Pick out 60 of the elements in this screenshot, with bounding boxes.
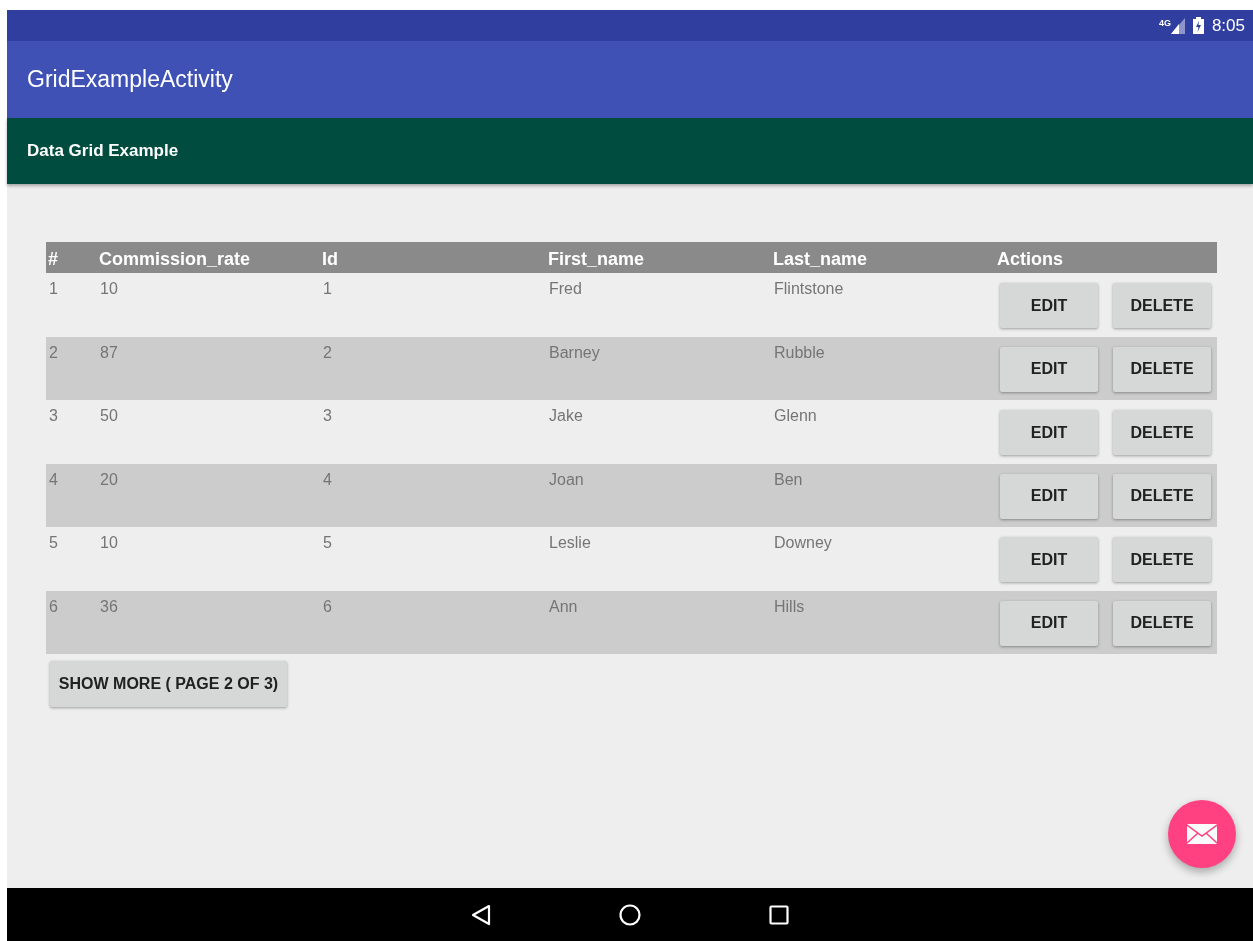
table-cell-text: 36 [99,596,119,617]
edit-button[interactable]: EDIT [1000,600,1098,646]
edit-button[interactable]: EDIT [1000,410,1098,455]
delete-button[interactable]: DELETE [1113,346,1211,392]
clock-time: 8:05 [1211,15,1245,36]
table-cell-text: 3 [322,406,333,426]
table-cell-text: Ann [548,596,579,617]
back-icon[interactable] [471,903,491,926]
delete-button[interactable]: DELETE [1113,600,1211,646]
table-cell-text: Hills [773,596,806,617]
table-cell-text: 5 [322,533,333,553]
table-cell-text: Leslie [548,533,592,553]
table-cell-text: Glenn [773,406,818,426]
table-cell-text: 2 [322,342,333,363]
table-cell-text: Flintstone [773,279,845,299]
signal-icon [1170,17,1185,34]
recents-icon[interactable] [769,904,789,925]
table-cell-text: 2 [48,342,59,363]
table-cell-text: Barney [548,342,601,363]
delete-button[interactable]: DELETE [1113,283,1211,328]
column-header: Id [321,249,339,271]
table-cell-text: Downey [773,533,833,553]
column-header: # [47,249,59,271]
table-cell-text: 6 [48,596,59,617]
table-cell-text: 3 [48,406,59,426]
battery-icon [1192,17,1204,34]
table-cell-text: 6 [322,596,333,617]
delete-button[interactable]: DELETE [1113,473,1211,519]
network-type-label: 4G [1158,17,1171,28]
table-cell-text: 10 [99,533,119,553]
table-cell-text: 10 [99,279,119,299]
table-cell-text: 4 [48,469,59,490]
table-cell-text: 5 [48,533,59,553]
section-title: Data Grid Example [27,141,179,161]
table-cell-text: Rubble [773,342,826,363]
table-cell-text: 20 [99,469,119,490]
delete-button[interactable]: DELETE [1113,410,1211,455]
table-cell-text: Fred [548,279,583,299]
column-header: Actions [996,249,1064,271]
table-cell-text: Jake [548,406,584,426]
show-more-button[interactable]: SHOW MORE ( PAGE 2 OF 3) [50,661,287,707]
edit-button[interactable]: EDIT [1000,346,1098,392]
delete-button[interactable]: DELETE [1113,537,1211,582]
table-cell-text: 50 [99,406,119,426]
table-cell-text: 1 [48,279,59,299]
table-cell-text: Ben [773,469,804,490]
mail-icon [1187,824,1217,844]
edit-button[interactable]: EDIT [1000,537,1098,582]
table-cell-text: 87 [99,342,119,363]
edit-button[interactable]: EDIT [1000,473,1098,519]
column-header: Last_name [772,249,869,271]
table-cell-text: Joan [548,469,585,490]
table-cell-text: 1 [322,279,333,299]
home-icon[interactable] [619,903,641,926]
mail-button[interactable] [1168,800,1236,868]
app-title: GridExampleActivity [27,66,233,93]
edit-button[interactable]: EDIT [1000,283,1098,328]
column-header: Commission_rate [98,249,252,271]
column-header: First_name [547,249,646,271]
table-cell-text: 4 [322,469,333,490]
